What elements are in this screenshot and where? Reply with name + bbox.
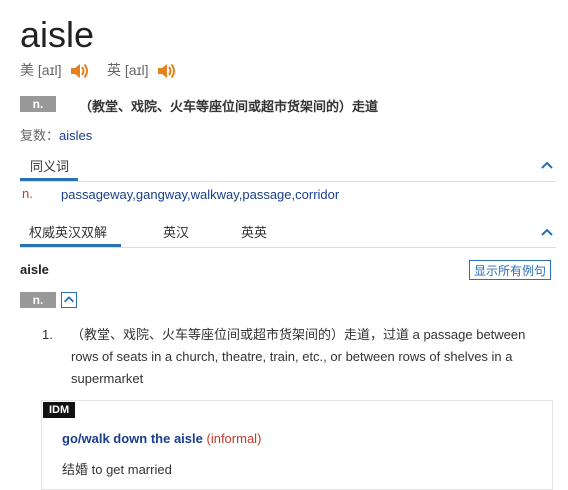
chevron-up-icon[interactable]	[541, 159, 553, 171]
divider	[20, 181, 556, 182]
synonyms-title: 同义词	[30, 159, 70, 174]
pos-badge: n.	[20, 292, 56, 308]
idiom-phrase-row: go/walk down the aisle (informal)	[62, 431, 261, 446]
basic-definition: （教堂、戏院、火车等座位间或超市货架间的）走道	[79, 99, 379, 114]
tab-authoritative[interactable]: 权威英汉双解	[29, 222, 107, 241]
plural-row: 复数：aisles	[20, 125, 92, 144]
divider	[20, 247, 556, 248]
pron-uk: 英 [aɪl]	[107, 61, 176, 81]
plural-link[interactable]: aisles	[59, 128, 92, 143]
pron-uk-ipa: [aɪl]	[124, 62, 149, 78]
synonyms-pos: n.	[22, 186, 33, 201]
speaker-icon[interactable]	[156, 61, 176, 81]
entry-word: aisle	[20, 262, 49, 277]
plural-label: 复数：	[20, 128, 60, 143]
headword: aisle	[20, 14, 95, 55]
show-all-examples-button[interactable]: 显示所有例句	[469, 260, 551, 280]
idiom-register: (informal)	[206, 431, 262, 446]
speaker-icon[interactable]	[69, 61, 89, 81]
tab-en-en[interactable]: 英英	[241, 222, 267, 241]
tab-en-zh[interactable]: 英汉	[163, 222, 189, 241]
chevron-up-icon[interactable]	[541, 226, 553, 238]
pron-us-region: 美	[20, 62, 34, 78]
pron-uk-region: 英	[107, 62, 121, 78]
pron-us: 美 [aɪl]	[20, 61, 89, 81]
sense-text: （教堂、戏院、火车等座位间或超市货架间的）走道，过道 a passage bet…	[71, 327, 526, 386]
idm-tag: IDM	[43, 402, 76, 418]
idiom-phrase: go/walk down the aisle	[62, 431, 203, 446]
sense-number: 1.	[42, 327, 53, 342]
synonyms-list[interactable]: passageway,gangway,walkway,passage,corri…	[61, 187, 339, 202]
pos-badge: n.	[20, 96, 56, 112]
pron-us-ipa: [aɪl]	[37, 62, 62, 78]
collapse-up-icon[interactable]	[61, 292, 77, 308]
idiom-gloss: 结婚 to get married	[62, 462, 172, 477]
